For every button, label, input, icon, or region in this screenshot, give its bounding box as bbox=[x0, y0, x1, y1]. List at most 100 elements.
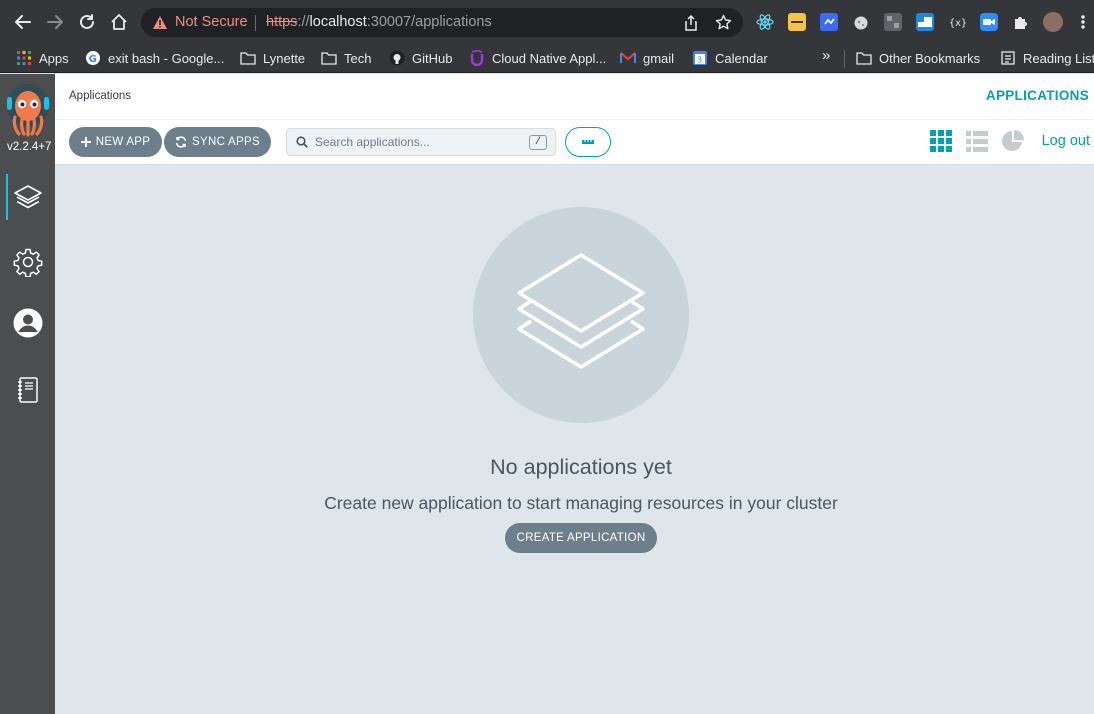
version-label: v2.2.4+7 bbox=[7, 141, 52, 153]
bookmark-label: Cloud Native Appl... bbox=[492, 50, 607, 66]
bookmark-lynette[interactable]: Lynette bbox=[240, 49, 305, 67]
reload-button[interactable] bbox=[76, 11, 98, 33]
react-devtools-icon[interactable] bbox=[756, 13, 774, 31]
warning-icon bbox=[153, 16, 167, 29]
browser-toolbar: Not Secure https://localhost:30007/appli… bbox=[0, 0, 1094, 44]
plus-icon bbox=[80, 137, 91, 147]
sidebar-item-user-info[interactable] bbox=[11, 306, 45, 340]
home-button[interactable] bbox=[108, 11, 130, 33]
bookmark-label: GitHub bbox=[412, 50, 453, 66]
back-button[interactable] bbox=[12, 11, 34, 33]
arrow-left-icon bbox=[15, 15, 31, 29]
json-extension-icon[interactable]: {x} bbox=[948, 13, 967, 31]
create-application-button[interactable]: CREATE APPLICATION bbox=[505, 523, 657, 553]
folder-icon bbox=[321, 50, 337, 66]
svg-text:G: G bbox=[89, 54, 97, 65]
udemy-icon bbox=[469, 50, 485, 66]
active-indicator bbox=[6, 174, 8, 220]
home-icon bbox=[111, 14, 127, 30]
url-host: localhost bbox=[309, 14, 367, 30]
bookmark-label: gmail bbox=[643, 50, 675, 66]
gear-icon bbox=[13, 248, 43, 277]
bookmark-star-icon[interactable] bbox=[715, 14, 732, 31]
bookmarks-divider bbox=[844, 50, 845, 68]
layers-icon bbox=[517, 253, 645, 369]
search-field[interactable]: / bbox=[286, 128, 556, 156]
omnibox-divider bbox=[255, 15, 256, 31]
page-header: Applications APPLICATIONS bbox=[55, 74, 1094, 119]
more-bookmarks-chevron[interactable]: » bbox=[822, 47, 830, 64]
bookmark-label: Reading List bbox=[1023, 50, 1094, 66]
url-path: :30007/applications bbox=[366, 14, 492, 30]
reload-icon bbox=[80, 14, 94, 29]
extensions-puzzle-icon[interactable] bbox=[1012, 13, 1030, 31]
bookmark-cloud-native[interactable]: Cloud Native Appl... bbox=[469, 49, 606, 67]
search-input[interactable] bbox=[315, 134, 515, 150]
gmail-icon bbox=[620, 50, 636, 66]
bookmark-gmail[interactable]: gmail bbox=[620, 49, 674, 67]
url-scheme: https bbox=[266, 14, 298, 30]
bookmark-label: exit bash - Google... bbox=[108, 50, 225, 66]
new-app-label: NEW APP bbox=[95, 136, 151, 148]
bookmarks-bar: Apps G exit bash - Google... Lynette Tec… bbox=[0, 44, 1094, 73]
password-manager-icon[interactable] bbox=[788, 13, 806, 31]
filter-toggle-button[interactable] bbox=[565, 127, 611, 157]
reading-list-icon bbox=[1000, 50, 1016, 66]
sidebar-item-documentation[interactable] bbox=[11, 373, 45, 407]
forward-button[interactable] bbox=[44, 11, 66, 33]
reading-list[interactable]: Reading List bbox=[1000, 49, 1094, 67]
svg-text:3: 3 bbox=[697, 56, 702, 65]
empty-state-title: No applications yet bbox=[490, 455, 672, 479]
new-app-button[interactable]: NEW APP bbox=[69, 127, 162, 157]
github-icon bbox=[389, 50, 405, 66]
pie-chart-view-icon[interactable] bbox=[1001, 129, 1025, 153]
argo-logo[interactable] bbox=[6, 83, 50, 139]
window-extension-icon[interactable] bbox=[916, 13, 934, 31]
search-shortcut-key: / bbox=[529, 135, 547, 150]
bookmark-label: Tech bbox=[344, 50, 372, 66]
cookie-extension-icon[interactable] bbox=[852, 13, 870, 31]
url-separator: :// bbox=[297, 14, 310, 30]
bookmark-label: Other Bookmarks bbox=[879, 50, 981, 66]
bookmark-calendar[interactable]: 3 Calendar bbox=[692, 49, 768, 67]
sync-apps-label: SYNC APPS bbox=[192, 136, 260, 148]
profile-avatar[interactable] bbox=[1043, 12, 1063, 32]
bookmark-label: Apps bbox=[39, 50, 69, 66]
book-icon bbox=[18, 377, 38, 403]
calendar-icon: 3 bbox=[692, 50, 708, 66]
link-extension-icon[interactable] bbox=[820, 13, 838, 31]
sync-icon bbox=[175, 136, 187, 148]
empty-state-subtitle: Create new application to start managing… bbox=[324, 493, 838, 513]
folder-icon bbox=[856, 50, 872, 66]
sidebar-item-settings[interactable] bbox=[11, 245, 45, 279]
toolbar: NEW APP SYNC APPS / Log out bbox=[55, 119, 1094, 165]
ruler-icon bbox=[582, 140, 594, 144]
list-view-icon[interactable] bbox=[965, 129, 989, 153]
sync-apps-button[interactable]: SYNC APPS bbox=[164, 127, 271, 157]
search-icon bbox=[296, 136, 308, 148]
sidebar: v2.2.4+7 bbox=[0, 74, 55, 714]
google-icon: G bbox=[85, 50, 101, 66]
layers-icon bbox=[14, 185, 42, 209]
zoom-extension-icon[interactable] bbox=[980, 13, 998, 31]
bookmark-other[interactable]: Other Bookmarks bbox=[856, 49, 980, 67]
tiles-view-icon[interactable] bbox=[929, 129, 953, 153]
bookmark-apps[interactable]: Apps bbox=[16, 49, 69, 67]
browser-menu-icon[interactable] bbox=[1080, 13, 1090, 31]
bookmark-label: Lynette bbox=[263, 50, 306, 66]
logout-link[interactable]: Log out bbox=[1042, 133, 1090, 149]
share-icon[interactable] bbox=[684, 15, 698, 31]
bookmark-exit-bash[interactable]: G exit bash - Google... bbox=[85, 49, 224, 67]
user-icon bbox=[13, 308, 43, 338]
sidebar-item-applications[interactable] bbox=[11, 181, 45, 215]
bookmark-label: Calendar bbox=[715, 50, 768, 66]
address-bar[interactable]: Not Secure https://localhost:30007/appli… bbox=[141, 8, 743, 37]
empty-state-illustration bbox=[473, 207, 689, 423]
apps-grid-icon bbox=[16, 50, 32, 66]
applications-link[interactable]: APPLICATIONS bbox=[986, 88, 1089, 103]
bookmark-github[interactable]: GitHub bbox=[389, 49, 452, 67]
bookmark-tech[interactable]: Tech bbox=[321, 49, 371, 67]
tool-extension-icon[interactable] bbox=[884, 13, 902, 31]
security-label: Not Secure bbox=[175, 14, 248, 30]
arrow-right-icon bbox=[47, 15, 63, 29]
